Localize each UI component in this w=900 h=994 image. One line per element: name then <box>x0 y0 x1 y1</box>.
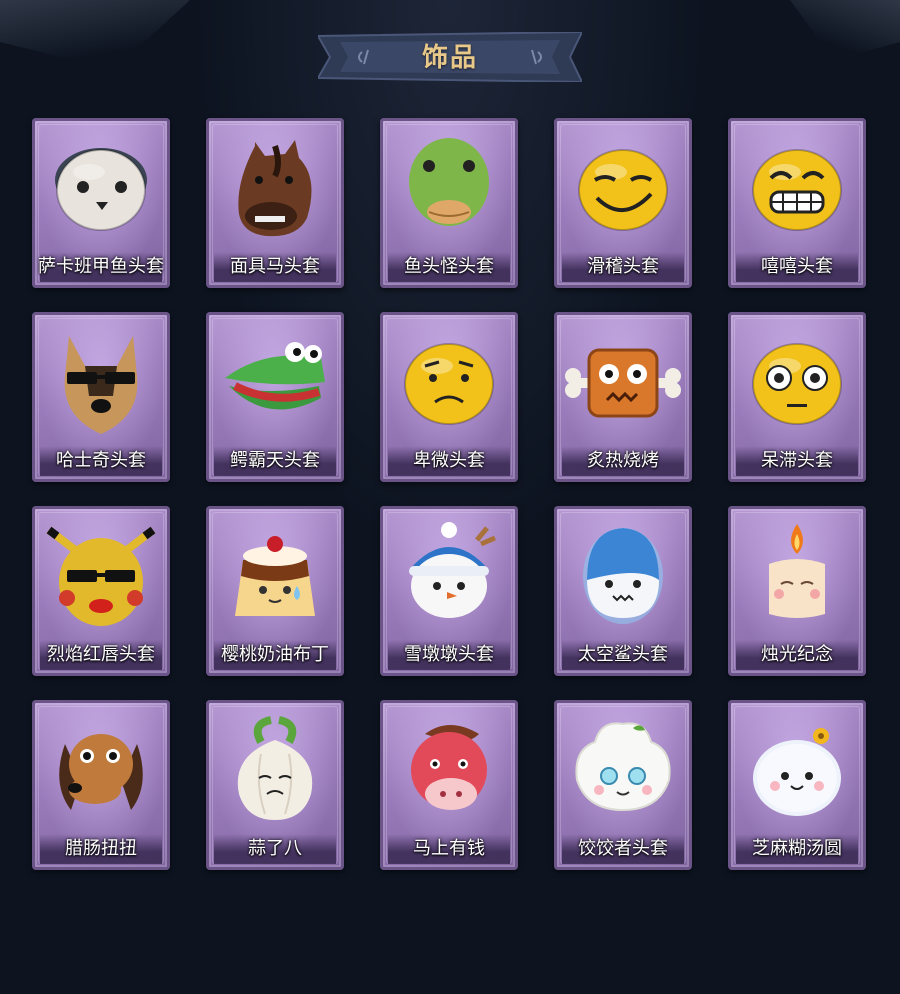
item-card[interactable]: 鳄霸天头套 <box>206 312 344 482</box>
item-name: 炙热烧烤 <box>587 450 659 471</box>
item-card[interactable]: 蒜了八 <box>206 700 344 870</box>
item-name: 雪墩墩头套 <box>404 644 494 665</box>
item-card[interactable]: 鱼头怪头套 <box>380 118 518 288</box>
item-name: 萨卡班甲鱼头套 <box>38 256 164 277</box>
item-name: 烈焰红唇头套 <box>47 644 155 665</box>
item-card[interactable]: 饺饺者头套 <box>554 700 692 870</box>
item-name: 嘻嘻头套 <box>761 256 833 277</box>
item-name: 滑稽头套 <box>587 256 659 277</box>
item-card[interactable]: 卑微头套 <box>380 312 518 482</box>
item-grid: 萨卡班甲鱼头套 面具马头套 鱼头怪头套 滑稽头套 嘻嘻头套 哈士奇头套 鳄霸天头… <box>0 0 900 994</box>
item-name: 腊肠扭扭 <box>65 838 137 859</box>
item-card[interactable]: 樱桃奶油布丁 <box>206 506 344 676</box>
item-card[interactable]: 烈焰红唇头套 <box>32 506 170 676</box>
item-card[interactable]: 炙热烧烤 <box>554 312 692 482</box>
item-card[interactable]: 太空鲨头套 <box>554 506 692 676</box>
item-name: 鱼头怪头套 <box>404 256 494 277</box>
item-name: 马上有钱 <box>413 838 485 859</box>
item-name: 蒜了八 <box>248 838 302 859</box>
item-name: 卑微头套 <box>413 450 485 471</box>
item-card[interactable]: 嘻嘻头套 <box>728 118 866 288</box>
item-card[interactable]: 马上有钱 <box>380 700 518 870</box>
item-card[interactable]: 芝麻糊汤圆 <box>728 700 866 870</box>
item-name: 哈士奇头套 <box>56 450 146 471</box>
item-card[interactable]: 雪墩墩头套 <box>380 506 518 676</box>
item-name: 樱桃奶油布丁 <box>221 644 329 665</box>
item-card[interactable]: 哈士奇头套 <box>32 312 170 482</box>
item-name: 烛光纪念 <box>761 644 833 665</box>
item-name: 太空鲨头套 <box>578 644 668 665</box>
item-card[interactable]: 腊肠扭扭 <box>32 700 170 870</box>
item-name: 鳄霸天头套 <box>230 450 320 471</box>
item-card[interactable]: 滑稽头套 <box>554 118 692 288</box>
item-name: 面具马头套 <box>230 256 320 277</box>
accessories-page: 饰品 萨卡班甲鱼头套 面具马头套 鱼头怪头套 滑稽头套 嘻嘻头套 哈士奇头套 鳄… <box>0 0 900 994</box>
item-name: 饺饺者头套 <box>578 838 668 859</box>
item-card[interactable]: 呆滞头套 <box>728 312 866 482</box>
item-card[interactable]: 面具马头套 <box>206 118 344 288</box>
item-card[interactable]: 烛光纪念 <box>728 506 866 676</box>
item-name: 呆滞头套 <box>761 450 833 471</box>
item-name: 芝麻糊汤圆 <box>752 838 842 859</box>
item-card[interactable]: 萨卡班甲鱼头套 <box>32 118 170 288</box>
